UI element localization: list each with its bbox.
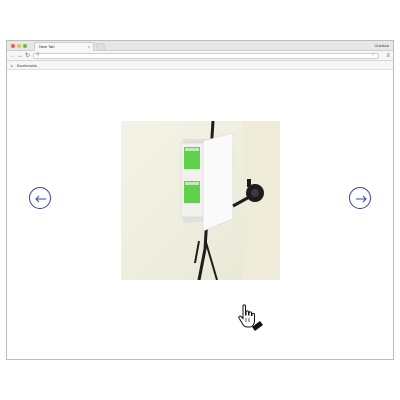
maximize-window-button[interactable]	[23, 44, 27, 48]
tab-title: New Tab	[39, 44, 55, 49]
minimize-window-button[interactable]	[17, 44, 21, 48]
tab-close-icon[interactable]: ×	[88, 43, 90, 51]
browser-window: New Tab × Clarissa ← → ↻ ⚲ ☆ ≡ ▸ Bookmar…	[6, 40, 394, 360]
next-image-button[interactable]	[349, 187, 371, 209]
tab-new-tab[interactable]: New Tab ×	[34, 42, 94, 51]
reload-button[interactable]: ↻	[25, 51, 30, 61]
tab-bar: New Tab × Clarissa	[7, 41, 393, 51]
browser-toolbar: ← → ↻ ⚲ ☆ ≡	[7, 51, 393, 61]
forward-button[interactable]: →	[17, 51, 23, 61]
close-window-button[interactable]	[11, 44, 15, 48]
gallery-photo	[121, 121, 280, 280]
bookmarks-bar: ▸ Bookmarks	[7, 61, 393, 70]
new-tab-button[interactable]	[94, 43, 107, 50]
page-content	[7, 70, 393, 360]
previous-image-button[interactable]	[29, 187, 51, 209]
bookmark-star-icon[interactable]: ☆	[371, 52, 375, 58]
arrow-right-icon	[356, 195, 367, 203]
back-button[interactable]: ←	[10, 51, 16, 61]
address-bar[interactable]: ⚲ ☆	[33, 52, 379, 59]
profile-name[interactable]: Clarissa	[375, 41, 389, 51]
bookmarks-label[interactable]: Bookmarks	[17, 61, 37, 70]
bookmarks-folder-icon: ▸	[11, 63, 14, 68]
search-icon: ⚲	[36, 52, 40, 58]
arrow-left-icon	[35, 195, 46, 203]
hamburger-menu-icon[interactable]: ≡	[386, 51, 390, 61]
hand-pointer-cursor-icon	[238, 304, 263, 331]
